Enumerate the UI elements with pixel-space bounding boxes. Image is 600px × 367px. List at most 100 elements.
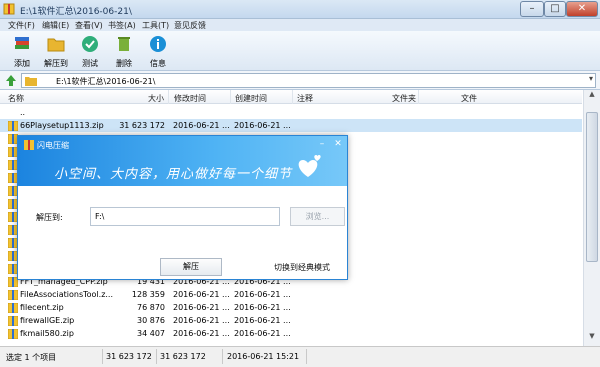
file-size: 34 407	[137, 329, 165, 338]
table-row[interactable]: 66Playsetup1113.zip 31 623 172 2016-06-21 …	[0, 119, 582, 132]
dialog-header: 闪电压缩 – ✕ 小空间、大内容，用心做好每一个细节	[18, 136, 347, 186]
extract-to-label: 解压到:	[36, 213, 63, 222]
column-name[interactable]: 名称	[8, 93, 24, 104]
scroll-down-icon[interactable]: ▼	[584, 332, 600, 346]
folder-extract-icon	[47, 38, 65, 52]
file-created: 2016-06-21 ...	[234, 303, 291, 312]
extract-dialog: 闪电压缩 – ✕ 小空间、大内容，用心做好每一个细节 解压到: F:\ 浏览..…	[17, 135, 348, 280]
column-divider	[418, 90, 419, 104]
path-text: E:\1软件汇总\2016-06-21\	[56, 77, 156, 86]
menu-view[interactable]: 查看(V)	[75, 20, 103, 31]
table-row[interactable]: firewallGE.zip 30 876 2016-06-21 ... 2016-0…	[0, 314, 582, 327]
file-created: 2016-06-21 ...	[234, 290, 291, 299]
table-row[interactable]: FileAssociationsTool.z... 128 359 2016-06-…	[0, 288, 582, 301]
close-button[interactable]: ✕	[566, 1, 598, 17]
test-button[interactable]: 测试	[72, 33, 108, 69]
file-modified: 2016-06-21 ...	[173, 303, 230, 312]
column-divider	[168, 90, 169, 104]
status-divider	[222, 349, 223, 364]
status-date: 2016-06-21 15:21	[227, 352, 300, 361]
zip-file-icon	[8, 316, 18, 326]
menu-edit[interactable]: 编辑(E)	[42, 20, 69, 31]
extract-button[interactable]: 解压	[160, 258, 222, 276]
extract-to-label: 解压到	[44, 59, 68, 68]
info-button[interactable]: 信息	[140, 33, 176, 69]
column-comment[interactable]: 注释	[297, 93, 313, 104]
column-header: 名称 大小 修改时间 创建时间 注释 文件夹 文件	[0, 90, 582, 104]
folder-icon	[25, 77, 37, 86]
file-size: 30 876	[137, 316, 165, 325]
add-button[interactable]: 添加	[4, 33, 40, 69]
file-size: 31 623 172	[119, 121, 165, 130]
column-divider	[292, 90, 293, 104]
status-size: 31 623 172	[106, 352, 152, 361]
scroll-up-icon[interactable]: ▲	[584, 90, 600, 104]
menu-feedback[interactable]: 意见反馈	[174, 20, 206, 31]
status-divider	[306, 349, 307, 364]
dialog-title: 闪电压缩	[37, 141, 69, 150]
menu-bar: 文件(F) 编辑(E) 查看(V) 书签(A) 工具(T) 意见反馈	[0, 19, 600, 31]
table-row[interactable]: fkmail580.zip 34 407 2016-06-21 ... 2016-06…	[0, 327, 582, 340]
status-divider	[156, 349, 157, 364]
zip-file-icon	[8, 329, 18, 339]
toolbar: 添加 解压到 测试 删除 信息	[0, 31, 600, 71]
menu-file[interactable]: 文件(F)	[8, 20, 35, 31]
test-check-icon	[82, 36, 98, 52]
column-divider	[230, 90, 231, 104]
file-created: 2016-06-21 ...	[234, 121, 291, 130]
title-bar: E:\1软件汇总\2016-06-21\ – □ ✕	[0, 0, 600, 19]
zip-file-icon	[8, 290, 18, 300]
vertical-scrollbar[interactable]: ▲ ▼	[583, 90, 600, 346]
maximize-button[interactable]: □	[544, 1, 566, 17]
add-books-icon	[15, 37, 29, 49]
extract-path-input[interactable]: F:\	[90, 207, 280, 226]
zip-file-icon	[8, 303, 18, 313]
file-name: ..	[20, 108, 26, 117]
column-files[interactable]: 文件	[461, 93, 477, 104]
info-label: 信息	[150, 59, 166, 68]
extract-to-button[interactable]: 解压到	[38, 33, 74, 69]
column-modified[interactable]: 修改时间	[174, 93, 206, 104]
column-created[interactable]: 创建时间	[235, 93, 267, 104]
column-folders[interactable]: 文件夹	[392, 93, 416, 104]
dialog-close-button[interactable]: ✕	[332, 139, 344, 150]
classic-mode-link[interactable]: 切换到经典模式	[274, 262, 330, 273]
file-modified: 2016-06-21 ...	[173, 316, 230, 325]
test-label: 测试	[82, 59, 98, 68]
add-label: 添加	[14, 59, 30, 68]
delete-button[interactable]: 删除	[106, 33, 142, 69]
dialog-minimize-button[interactable]: –	[316, 139, 328, 150]
menu-bookmarks[interactable]: 书签(A)	[108, 20, 136, 31]
hearts-icon	[298, 155, 321, 177]
recycle-bin-icon	[118, 37, 130, 51]
path-input[interactable]: E:\1软件汇总\2016-06-21\ ▾	[21, 73, 596, 88]
file-created: 2016-06-21 ...	[234, 329, 291, 338]
menu-tools[interactable]: 工具(T)	[142, 20, 169, 31]
status-selection: 选定 1 个项目	[6, 353, 57, 362]
file-size: 128 359	[131, 290, 165, 299]
status-bar: 选定 1 个项目 31 623 172 31 623 172 2016-06-2…	[0, 346, 600, 367]
scroll-thumb[interactable]	[586, 112, 598, 262]
address-bar: E:\1软件汇总\2016-06-21\ ▾	[0, 71, 600, 90]
browse-button[interactable]: 浏览...	[290, 207, 345, 226]
chevron-down-icon[interactable]: ▾	[589, 74, 593, 83]
zip-file-icon	[8, 121, 18, 131]
dialog-slogan: 小空间、大内容，用心做好每一个细节	[54, 167, 293, 182]
file-modified: 2016-06-21 ...	[173, 329, 230, 338]
column-size[interactable]: 大小	[148, 93, 164, 104]
info-icon	[150, 36, 166, 52]
status-packed: 31 623 172	[160, 352, 206, 361]
status-divider	[102, 349, 103, 364]
file-modified: 2016-06-21 ...	[173, 290, 230, 299]
parent-folder-icon	[8, 108, 18, 118]
window-title: E:\1软件汇总\2016-06-21\	[20, 7, 132, 17]
minimize-button[interactable]: –	[520, 1, 544, 17]
delete-label: 删除	[116, 59, 132, 68]
extract-path-value: F:\	[95, 212, 105, 221]
file-modified: 2016-06-21 ...	[173, 121, 230, 130]
lightning-zip-icon	[24, 140, 34, 150]
table-row[interactable]: filecent.zip 76 870 2016-06-21 ... 2016-06-…	[0, 301, 582, 314]
file-created: 2016-06-21 ...	[234, 316, 291, 325]
table-row[interactable]: ..	[0, 106, 582, 119]
up-folder-icon[interactable]	[4, 74, 18, 87]
